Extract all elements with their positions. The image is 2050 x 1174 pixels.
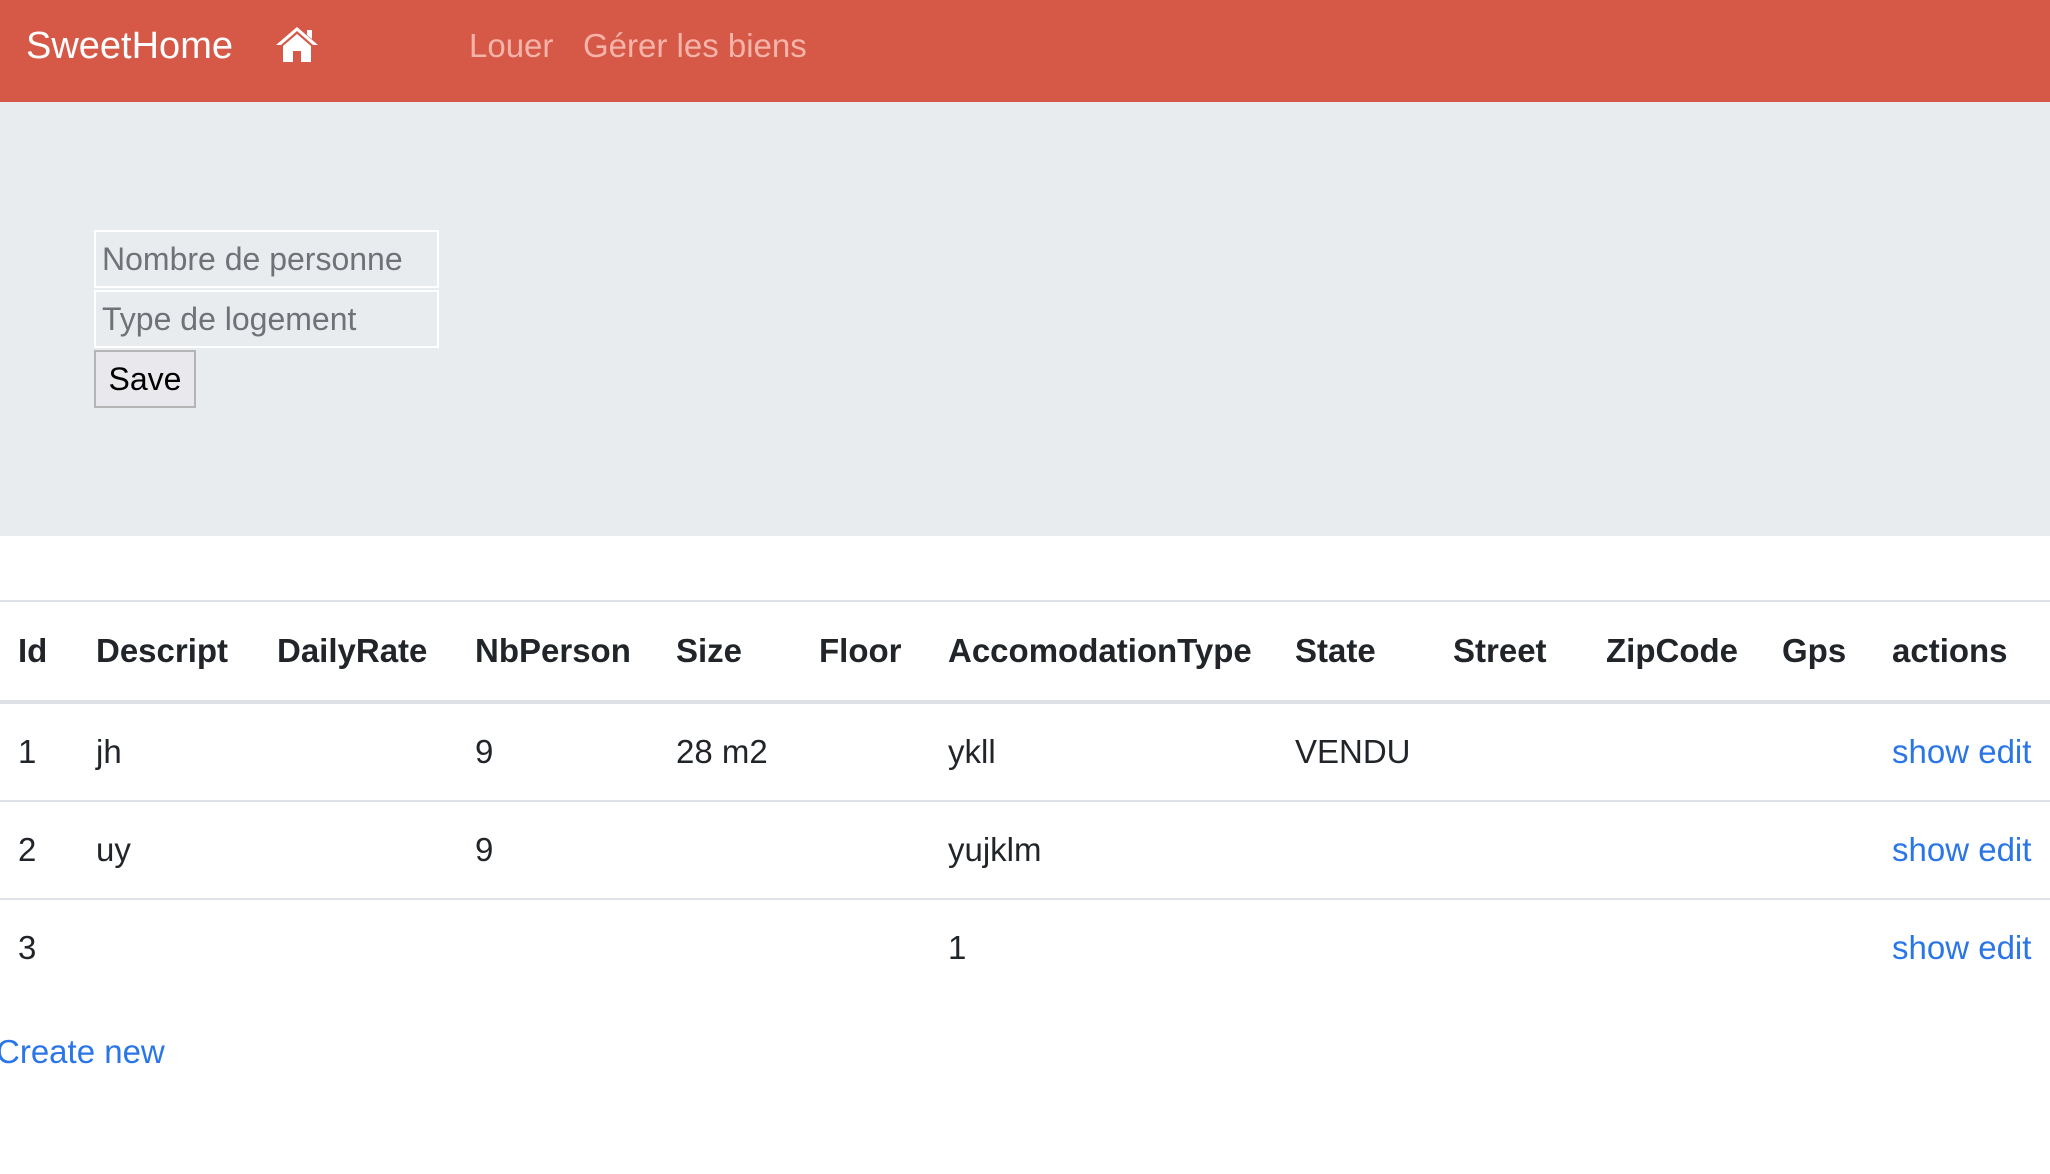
show-link[interactable]: show — [1892, 929, 1969, 966]
cell-actions: show edit — [1874, 801, 2050, 900]
cell-size: 28 m2 — [658, 702, 801, 802]
cell-zipcode — [1588, 702, 1764, 802]
col-descript: Descript — [78, 600, 259, 704]
col-nbperson: NbPerson — [457, 600, 658, 704]
table-header-row: Id Descript DailyRate NbPerson Size Floo… — [0, 600, 2050, 704]
show-link[interactable]: show — [1892, 733, 1969, 770]
cell-id: 3 — [18, 929, 37, 966]
show-link[interactable]: show — [1892, 831, 1969, 868]
brand-link[interactable]: SweetHome — [26, 22, 233, 70]
cell-descript: jh — [78, 702, 259, 802]
edit-link[interactable]: edit — [1978, 733, 2031, 770]
table-row: 2 uy 9 yujklm show edit — [0, 801, 2050, 900]
table-row: 3 1 show edit — [0, 899, 2050, 996]
nav-louer-link[interactable]: Louer — [469, 24, 553, 68]
cell-actions: show edit — [1874, 702, 2050, 802]
cell-size — [658, 899, 801, 996]
col-id: Id — [0, 600, 78, 704]
col-gps: Gps — [1764, 600, 1874, 704]
col-state: State — [1277, 600, 1435, 704]
create-new-link[interactable]: Create new — [0, 1030, 165, 1074]
cell-nbperson — [457, 899, 658, 996]
search-form: Save — [94, 230, 439, 408]
persons-input[interactable] — [94, 230, 439, 288]
cell-type: yujklm — [930, 801, 1277, 900]
table-row: 1 jh 9 28 m2 ykll VENDU show edit — [0, 702, 2050, 802]
cell-nbperson: 9 — [457, 702, 658, 802]
navbar: SweetHome Louer Gérer les biens — [0, 0, 2050, 102]
cell-zipcode — [1588, 801, 1764, 900]
cell-nbperson: 9 — [457, 801, 658, 900]
edit-link[interactable]: edit — [1978, 929, 2031, 966]
cell-gps — [1764, 899, 1874, 996]
cell-dailyrate — [259, 899, 457, 996]
cell-dailyrate — [259, 702, 457, 802]
cell-type: 1 — [948, 929, 967, 966]
nav-gerer-link[interactable]: Gérer les biens — [583, 24, 807, 68]
housing-type-input[interactable] — [94, 290, 439, 348]
cell-state — [1277, 801, 1435, 900]
cell-floor — [801, 899, 930, 996]
cell-street — [1435, 899, 1588, 996]
home-icon[interactable] — [274, 24, 320, 64]
cell-street — [1435, 702, 1588, 802]
col-zipcode: ZipCode — [1588, 600, 1764, 704]
col-accomodationtype: AccomodationType — [930, 600, 1277, 704]
cell-descript: uy — [78, 801, 259, 900]
cell-floor — [801, 801, 930, 900]
cell-state — [1277, 899, 1435, 996]
cell-gps — [1764, 801, 1874, 900]
cell-floor — [801, 702, 930, 802]
cell-descript — [78, 899, 259, 996]
cell-type: ykll — [930, 702, 1277, 802]
cell-state: VENDU — [1277, 702, 1435, 802]
cell-actions: show edit — [1874, 899, 2050, 996]
cell-id: 2 — [0, 801, 78, 900]
col-size: Size — [658, 600, 801, 704]
cell-gps — [1764, 702, 1874, 802]
save-button[interactable]: Save — [94, 350, 196, 408]
col-actions: actions — [1874, 600, 2050, 704]
col-floor: Floor — [801, 600, 930, 704]
accommodation-table: Id Descript DailyRate NbPerson Size Floo… — [0, 600, 2050, 996]
cell-dailyrate — [259, 801, 457, 900]
cell-street — [1435, 801, 1588, 900]
cell-zipcode — [1588, 899, 1764, 996]
cell-id: 1 — [0, 702, 78, 802]
col-dailyrate: DailyRate — [259, 600, 457, 704]
cell-size — [658, 801, 801, 900]
col-street: Street — [1435, 600, 1588, 704]
edit-link[interactable]: edit — [1978, 831, 2031, 868]
